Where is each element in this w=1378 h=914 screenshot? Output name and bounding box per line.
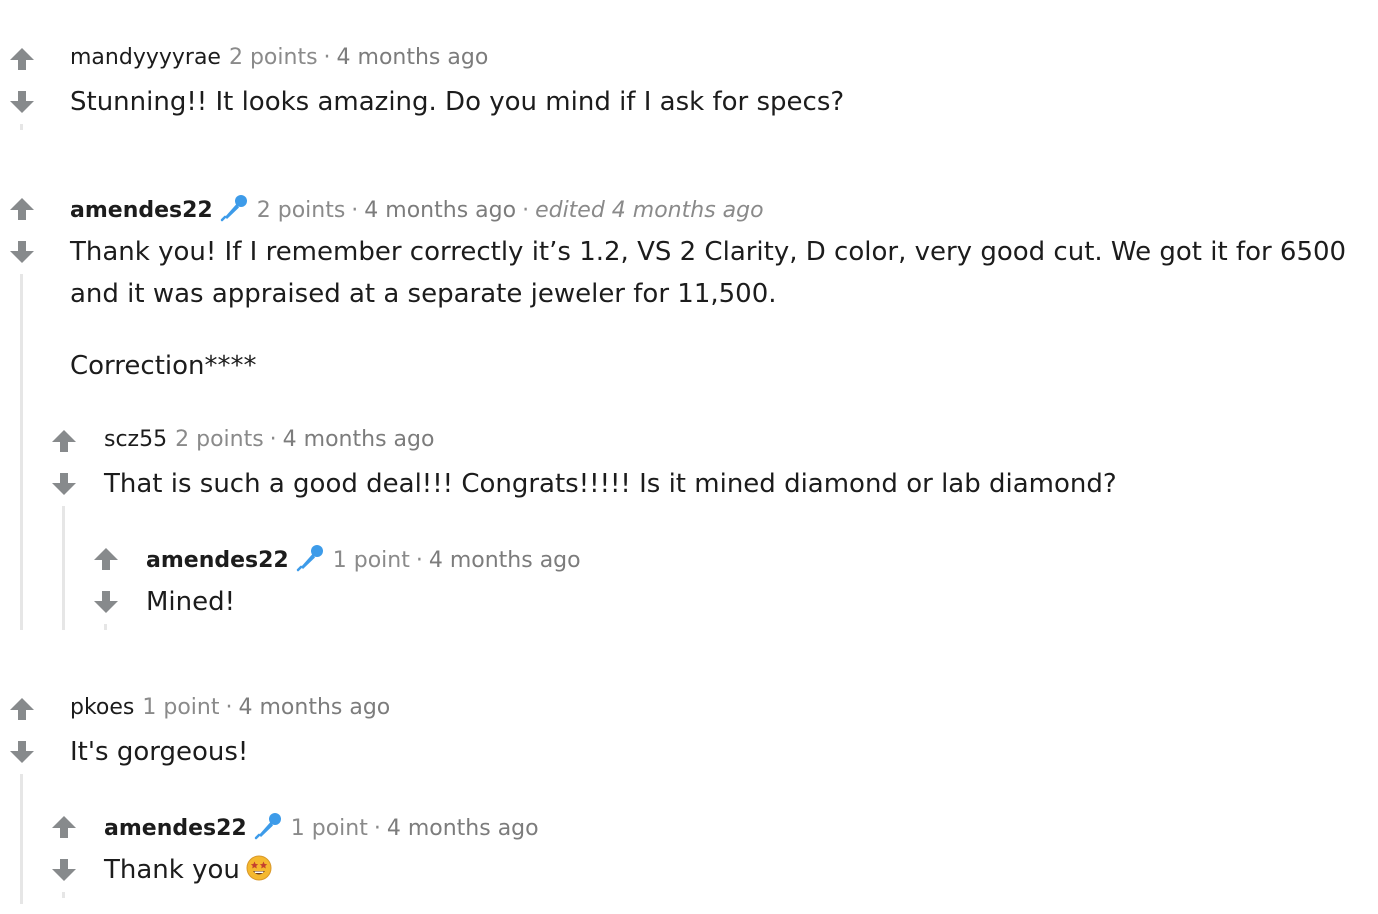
upvote-icon[interactable]: [8, 195, 36, 223]
comment-body: Mined!: [146, 581, 235, 623]
comment-body: Thank you! If I remember correctly it’s …: [70, 231, 1346, 315]
comment-meta: amendes22 1 point · 4 months ago: [104, 811, 539, 844]
comment-text-content: Thank you: [104, 855, 240, 885]
comment-body: Thank you: [104, 849, 272, 891]
comment-body: It's gorgeous!: [70, 731, 248, 773]
separator: ·: [522, 198, 530, 223]
edited-label: edited 4 months ago: [535, 198, 764, 223]
thread-line[interactable]: [62, 892, 65, 898]
thread-line[interactable]: [62, 506, 65, 630]
comment-text: That is such a good deal!!! Congrats!!!!…: [104, 469, 1117, 499]
separator: ·: [269, 427, 277, 452]
comment-text-line: and it was appraised at a separate jewel…: [70, 279, 777, 309]
score: 2 points: [228, 45, 318, 70]
timestamp[interactable]: 4 months ago: [239, 695, 391, 720]
score: 1 point: [332, 548, 410, 573]
username[interactable]: amendes22: [70, 198, 213, 223]
upvote-icon[interactable]: [92, 545, 120, 573]
comment-meta: amendes22 1 point · 4 months ago: [146, 543, 581, 576]
comment-meta: scz55 2 points · 4 months ago: [104, 425, 434, 455]
comment-meta: amendes22 2 points · 4 months ago · edited 4 …: [70, 193, 764, 226]
downvote-icon[interactable]: [8, 738, 36, 766]
thread-line[interactable]: [104, 624, 107, 630]
separator: ·: [373, 816, 381, 841]
comment-text-line: Thank you! If I remember correctly it’s …: [70, 237, 1347, 267]
comment-text: It's gorgeous!: [70, 737, 249, 767]
upvote-icon[interactable]: [8, 695, 36, 723]
comment-meta: pkoes 1 point · 4 months ago: [70, 693, 390, 723]
thread-line[interactable]: [20, 274, 23, 630]
star-struck-emoji-icon: [246, 855, 272, 881]
upvote-icon[interactable]: [50, 427, 78, 455]
comment-text: Thank you: [104, 849, 272, 891]
score: 2 points: [175, 427, 264, 452]
comment-meta: mandyyyyrae 2 points · 4 months ago: [70, 43, 488, 73]
microphone-icon: [219, 193, 249, 223]
separator: ·: [225, 695, 233, 720]
timestamp[interactable]: 4 months ago: [283, 427, 435, 452]
comment-text: Mined!: [146, 587, 236, 617]
downvote-icon[interactable]: [8, 88, 36, 116]
thread-line[interactable]: [20, 774, 23, 904]
timestamp[interactable]: 4 months ago: [364, 198, 516, 223]
comment-body: Correction****: [70, 345, 257, 387]
separator: ·: [323, 45, 331, 70]
downvote-icon[interactable]: [8, 238, 36, 266]
downvote-icon[interactable]: [92, 588, 120, 616]
username[interactable]: amendes22: [146, 548, 289, 573]
upvote-icon[interactable]: [50, 813, 78, 841]
username[interactable]: scz55: [104, 427, 167, 452]
microphone-icon: [295, 543, 325, 573]
downvote-icon[interactable]: [50, 470, 78, 498]
comment-text: Stunning!! It looks amazing. Do you mind…: [70, 87, 845, 117]
comment-body: That is such a good deal!!! Congrats!!!!…: [104, 463, 1117, 505]
username[interactable]: amendes22: [104, 816, 247, 841]
upvote-icon[interactable]: [8, 45, 36, 73]
username[interactable]: pkoes: [70, 695, 134, 720]
timestamp[interactable]: 4 months ago: [429, 548, 581, 573]
score: 2 points: [256, 198, 346, 223]
comment-text: Correction****: [70, 351, 257, 381]
downvote-icon[interactable]: [50, 856, 78, 884]
separator: ·: [415, 548, 423, 573]
timestamp[interactable]: 4 months ago: [337, 45, 489, 70]
comment-body: Stunning!! It looks amazing. Do you mind…: [70, 81, 844, 123]
username[interactable]: mandyyyyrae: [70, 45, 221, 70]
thread-line[interactable]: [20, 124, 23, 130]
timestamp[interactable]: 4 months ago: [387, 816, 539, 841]
score: 1 point: [290, 816, 368, 841]
microphone-icon: [253, 811, 283, 841]
separator: ·: [351, 198, 359, 223]
score: 1 point: [142, 695, 220, 720]
